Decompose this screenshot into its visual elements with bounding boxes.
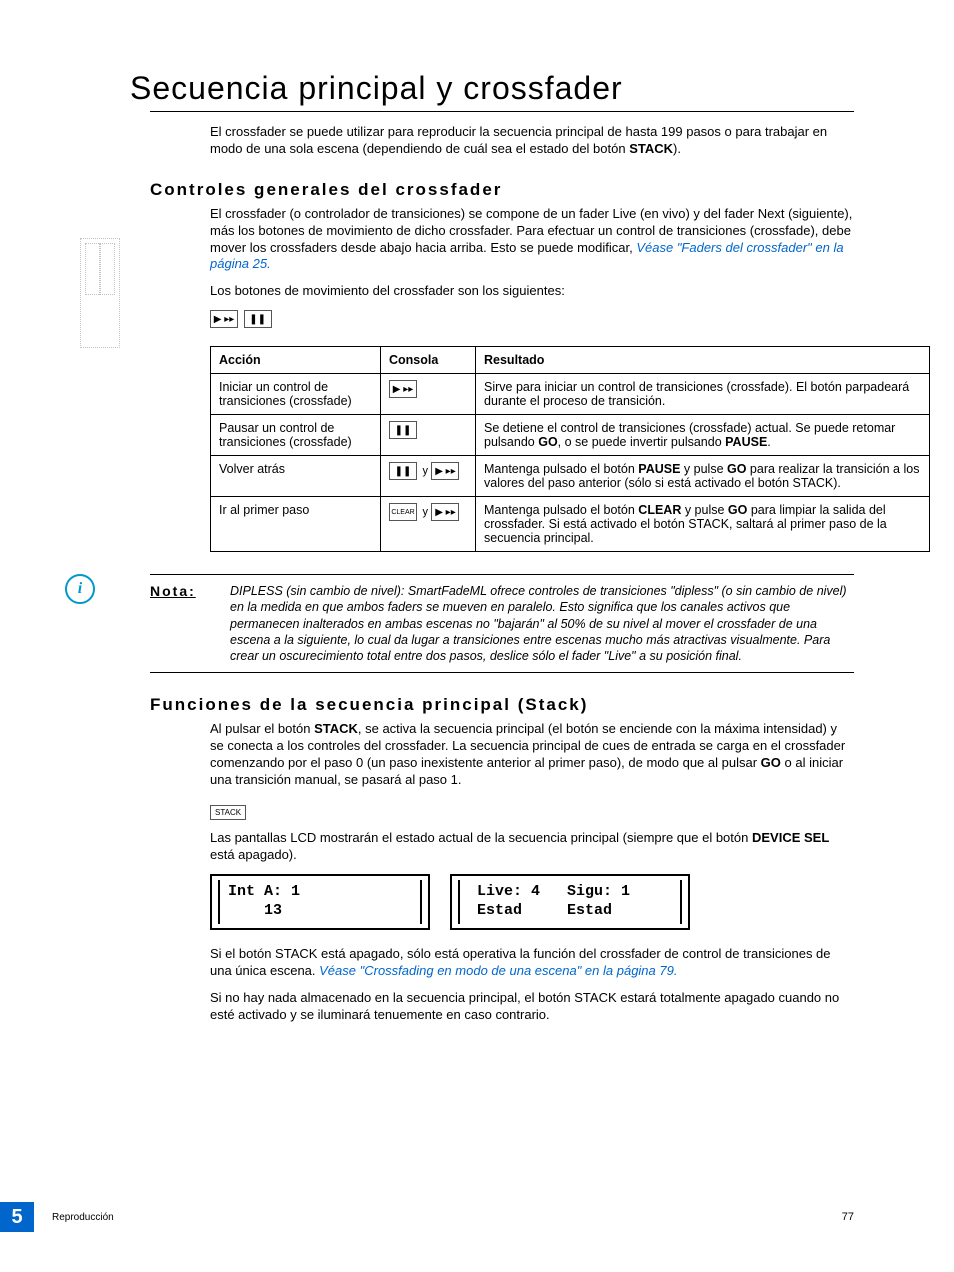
cell-resultado: Mantenga pulsado el botón PAUSE y pulse …: [476, 456, 930, 497]
y-connector: y: [422, 465, 428, 477]
text: Mantenga pulsado el botón: [484, 503, 638, 517]
stack-button-icon: STACK: [210, 805, 246, 820]
lcd-line: Live: 4 Sigu: 1: [468, 883, 630, 900]
page-title: Secuencia principal y crossfader: [130, 70, 854, 107]
table-row: Pausar un control de transiciones (cross…: [211, 415, 930, 456]
section1-p1: El crossfader (o controlador de transici…: [210, 206, 854, 274]
intro-paragraph: El crossfader se puede utilizar para rep…: [210, 124, 854, 158]
lcd-content: Int A: 1 13: [218, 880, 422, 924]
actions-table: Acción Consola Resultado Iniciar un cont…: [210, 346, 930, 552]
cell-consola: ❚❚ y ▶ ▸▸: [381, 456, 476, 497]
cross-reference-link[interactable]: Véase "Crossfading en modo de una escena…: [319, 963, 677, 978]
cell-resultado: Sirve para iniciar un control de transic…: [476, 374, 930, 415]
text-bold: GO: [538, 435, 557, 449]
lcd-line: 13: [228, 902, 282, 919]
pause-button-icon: ❚❚: [389, 421, 417, 439]
info-icon: i: [65, 574, 95, 604]
text: está apagado).: [210, 847, 297, 862]
lcd-screen-right: Live: 4 Sigu: 1 Estad Estad: [450, 874, 690, 930]
text-bold: GO: [728, 503, 747, 517]
lcd-screens: Int A: 1 13 Live: 4 Sigu: 1 Estad Estad: [210, 874, 854, 930]
pause-button-icon: ❚❚: [389, 462, 417, 480]
text: y pulse: [680, 462, 727, 476]
clear-button-icon: CLEAR: [389, 503, 417, 521]
text: Las pantallas LCD mostrarán el estado ac…: [210, 830, 752, 845]
cell-accion: Volver atrás: [211, 456, 381, 497]
cell-resultado: Mantenga pulsado el botón CLEAR y pulse …: [476, 497, 930, 552]
section2-p4: Si no hay nada almacenado en la secuenci…: [210, 990, 854, 1024]
section2-p1: Al pulsar el botón STACK, se activa la s…: [210, 721, 854, 789]
text: Mantenga pulsado el botón: [484, 462, 638, 476]
lcd-content: Live: 4 Sigu: 1 Estad Estad: [458, 880, 682, 924]
fader-diagram: [80, 238, 120, 348]
section2-p3: Si el botón STACK está apagado, sólo est…: [210, 946, 854, 980]
text-bold: GO: [727, 462, 746, 476]
section1-p2: Los botones de movimiento del crossfader…: [210, 283, 854, 300]
lcd-screen-left: Int A: 1 13: [210, 874, 430, 930]
page-footer: 5 Reproducción 77: [0, 1202, 954, 1232]
note-text: DIPLESS (sin cambio de nivel): SmartFade…: [230, 583, 854, 664]
col-header-consola: Consola: [381, 347, 476, 374]
cell-consola: ❚❚: [381, 415, 476, 456]
note-block: Nota: DIPLESS (sin cambio de nivel): Sma…: [150, 574, 854, 673]
note-block-wrapper: i Nota: DIPLESS (sin cambio de nivel): S…: [80, 574, 854, 673]
table-row: Ir al primer paso CLEAR y ▶ ▸▸ Mantenga …: [211, 497, 930, 552]
text-bold: CLEAR: [638, 503, 681, 517]
go-button-icon: ▶ ▸▸: [431, 503, 459, 521]
table-header-row: Acción Consola Resultado: [211, 347, 930, 374]
cell-resultado: Se detiene el control de transiciones (c…: [476, 415, 930, 456]
cell-consola: ▶ ▸▸: [381, 374, 476, 415]
title-rule: [150, 111, 854, 112]
go-button-icon: ▶ ▸▸: [389, 380, 417, 398]
footer-section-name: Reproducción: [52, 1212, 842, 1223]
table-row: Iniciar un control de transiciones (cros…: [211, 374, 930, 415]
go-button-icon: ▶ ▸▸: [210, 310, 238, 328]
text: El crossfader se puede utilizar para rep…: [210, 124, 827, 156]
chapter-number-tab: 5: [0, 1202, 34, 1232]
col-header-resultado: Resultado: [476, 347, 930, 374]
section-heading-stack-functions: Funciones de la secuencia principal (Sta…: [150, 695, 854, 715]
y-connector: y: [422, 506, 428, 518]
lcd-line: Estad Estad: [468, 902, 612, 919]
text-bold: PAUSE: [638, 462, 680, 476]
text: , o se puede invertir pulsando: [558, 435, 725, 449]
section2-p2: Las pantallas LCD mostrarán el estado ac…: [210, 830, 854, 864]
page-number: 77: [842, 1211, 854, 1223]
text-bold: STACK: [314, 721, 358, 736]
table-row: Volver atrás ❚❚ y ▶ ▸▸ Mantenga pulsado …: [211, 456, 930, 497]
text: ).: [673, 141, 681, 156]
button-icon-row: ▶ ▸▸ ❚❚: [210, 310, 854, 328]
text-bold: PAUSE: [725, 435, 767, 449]
text-bold: DEVICE SEL: [752, 830, 829, 845]
section-heading-crossfader-controls: Controles generales del crossfader: [150, 180, 854, 200]
lcd-line: Int A: 1: [228, 883, 300, 900]
cell-accion: Iniciar un control de transiciones (cros…: [211, 374, 381, 415]
col-header-accion: Acción: [211, 347, 381, 374]
cell-consola: CLEAR y ▶ ▸▸: [381, 497, 476, 552]
pause-button-icon: ❚❚: [244, 310, 272, 328]
note-label: Nota:: [150, 583, 220, 664]
cell-accion: Pausar un control de transiciones (cross…: [211, 415, 381, 456]
text: Al pulsar el botón: [210, 721, 314, 736]
text-bold: GO: [761, 755, 781, 770]
text: y pulse: [681, 503, 728, 517]
cell-accion: Ir al primer paso: [211, 497, 381, 552]
text-bold: STACK: [629, 141, 673, 156]
go-button-icon: ▶ ▸▸: [431, 462, 459, 480]
text: .: [767, 435, 770, 449]
